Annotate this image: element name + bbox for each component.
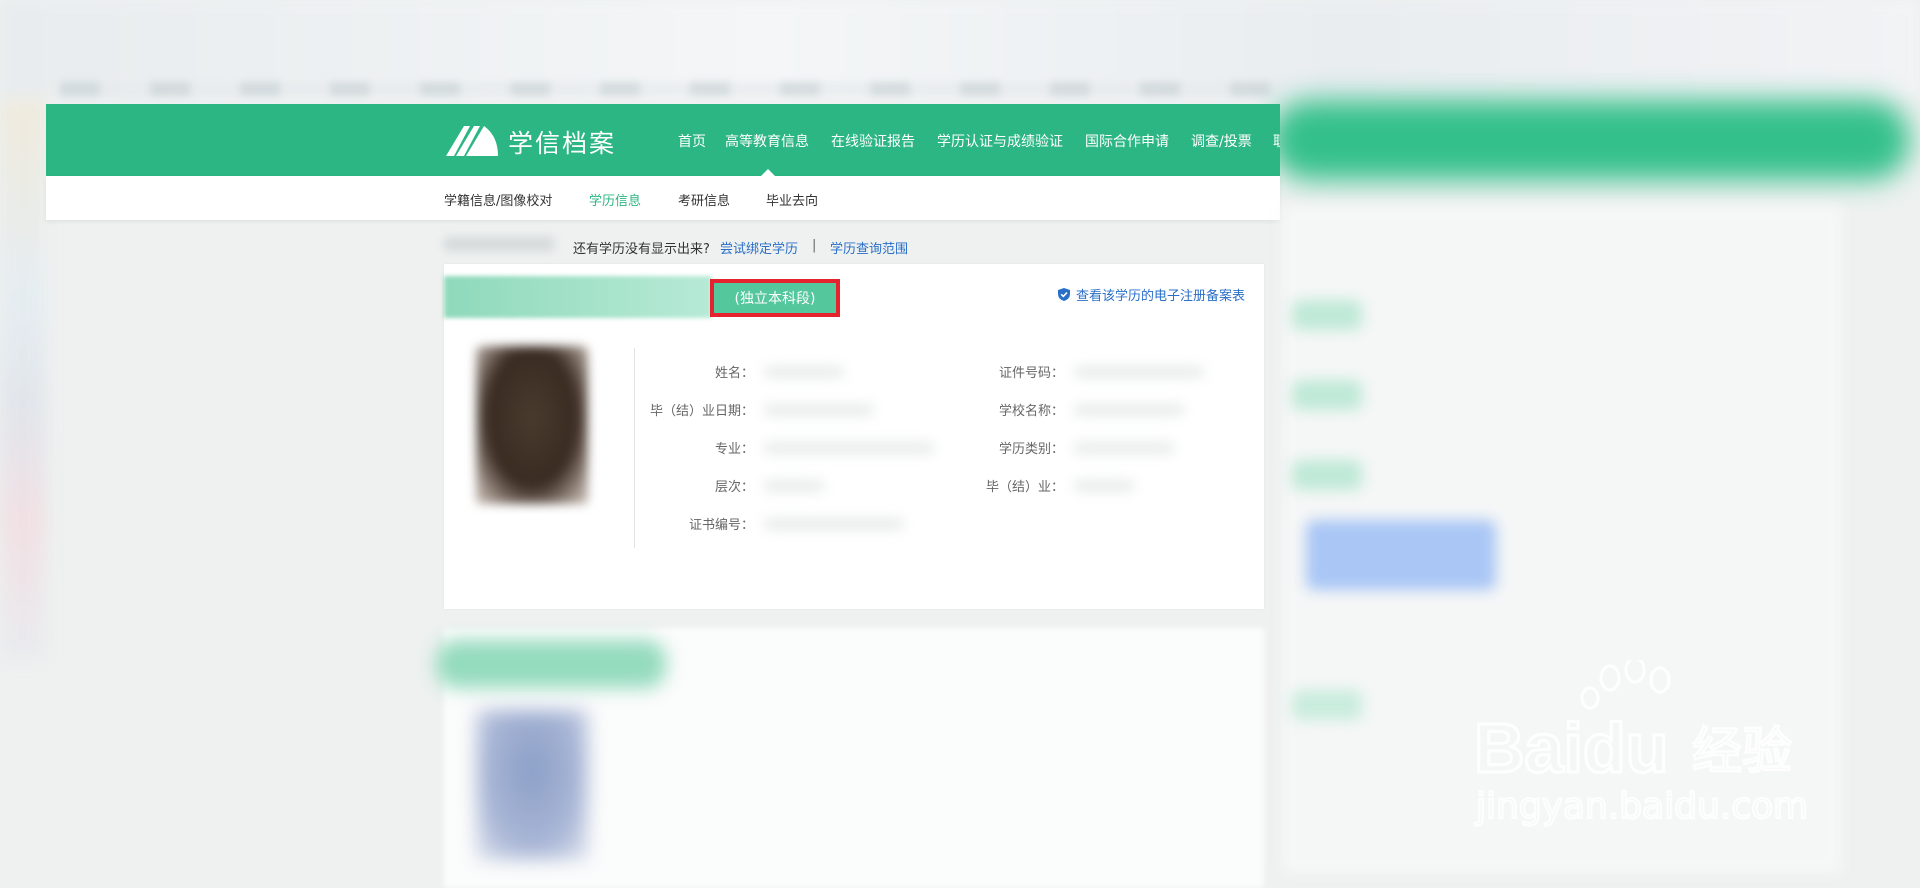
nav-international[interactable]: 国际合作申请 xyxy=(1085,131,1169,151)
field-id-number-label: 证件号码： xyxy=(998,366,1064,381)
field-major-label: 专业： xyxy=(714,442,754,457)
field-graduation-status-label: 毕（结）业： xyxy=(985,480,1064,495)
value-blurred xyxy=(764,366,844,378)
brand-name[interactable]: 学信档案 xyxy=(508,124,616,160)
subnav-enrollment-info[interactable]: 学籍信息/图像校对 xyxy=(444,190,552,209)
education-type-highlight: (独立本科段) xyxy=(710,279,840,317)
sidebar-block-blurred xyxy=(1292,460,1362,490)
watermark-brand: Baidu xyxy=(1474,709,1668,787)
bookmarks-bar-blurred xyxy=(60,82,1280,96)
nav-higher-education[interactable]: 高等教育信息 xyxy=(725,131,809,151)
field-level-label: 层次： xyxy=(714,480,754,495)
value-blurred xyxy=(1074,404,1184,416)
bind-degree-link[interactable]: 尝试绑定学历 xyxy=(720,238,798,257)
field-school-name-label: 学校名称： xyxy=(998,404,1064,419)
nav-online-verification[interactable]: 在线验证报告 xyxy=(831,131,915,151)
graduate-photo xyxy=(476,346,588,504)
sidebar-block-blurred xyxy=(1292,690,1362,720)
missing-degree-question: 还有学历没有显示出来? xyxy=(573,242,710,257)
register-form-label: 查看该学历的电子注册备案表 xyxy=(1076,289,1246,304)
second-photo-blurred xyxy=(476,710,588,860)
nav-active-caret xyxy=(761,169,775,176)
value-blurred xyxy=(1074,480,1134,492)
watermark-url: jingyan.baidu.com xyxy=(1475,786,1808,827)
subnav-degree-info[interactable]: 学历信息 xyxy=(589,190,641,209)
value-blurred xyxy=(764,480,824,492)
shield-icon xyxy=(1058,288,1070,301)
degree-title-blurred xyxy=(444,276,712,318)
logo-icon[interactable] xyxy=(444,122,500,158)
value-blurred xyxy=(1074,366,1204,378)
nav-survey[interactable]: 调查/投票 xyxy=(1191,131,1252,151)
nav-home[interactable]: 首页 xyxy=(678,131,706,151)
sidebar-block-blurred xyxy=(1292,380,1362,410)
value-blurred xyxy=(1074,442,1174,454)
header-extension-blurred xyxy=(1270,100,1910,180)
breadcrumb-separator: | xyxy=(812,238,817,253)
field-degree-category-label: 学历类别： xyxy=(998,442,1064,457)
field-name-label: 姓名： xyxy=(714,366,754,381)
subnav-graduate-destination[interactable]: 毕业去向 xyxy=(766,190,818,209)
nav-more[interactable]: 职 xyxy=(1273,131,1280,151)
field-graduation-date-label: 毕（结）业日期： xyxy=(649,404,754,419)
nav-degree-certification[interactable]: 学历认证与成绩验证 xyxy=(937,131,1063,151)
subnav-exam-info[interactable]: 考研信息 xyxy=(678,190,730,209)
register-form-link[interactable]: 查看该学历的电子注册备案表 xyxy=(1058,285,1245,304)
field-certificate-number-label: 证书编号： xyxy=(688,518,754,533)
query-range-link[interactable]: 学历查询范围 xyxy=(830,238,908,257)
breadcrumb-blurred xyxy=(444,237,554,251)
sidebar-promo-blurred xyxy=(1306,520,1496,590)
watermark-brand-cn: 经验 xyxy=(1692,722,1792,780)
second-card-title-blurred xyxy=(436,640,666,688)
baidu-watermark: Baidu 经验 jingyan.baidu.com xyxy=(1470,656,1830,834)
sidebar-block-blurred xyxy=(1292,300,1362,330)
value-blurred xyxy=(764,404,874,416)
sub-navigation xyxy=(46,176,1280,220)
left-edge-blurred xyxy=(0,100,46,660)
value-blurred xyxy=(764,442,934,454)
value-blurred xyxy=(764,518,904,530)
